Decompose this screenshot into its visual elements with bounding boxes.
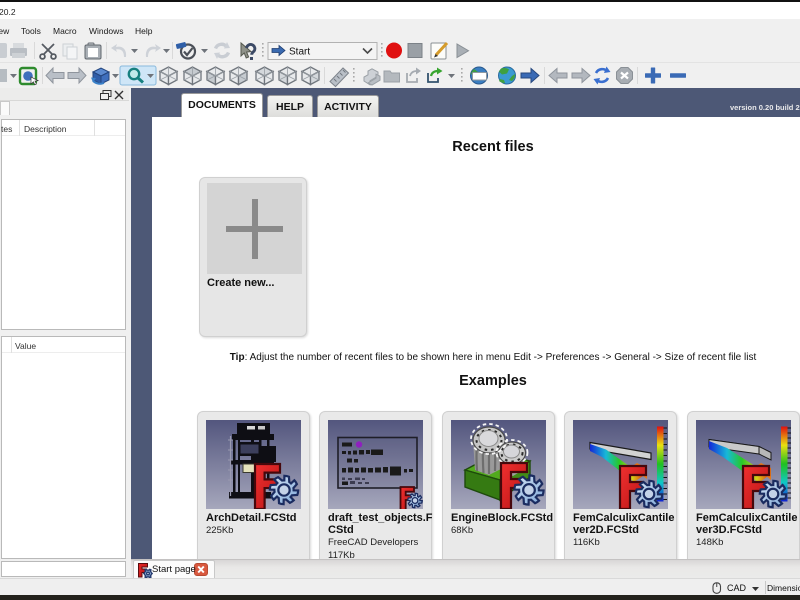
svg-text:Start: Start — [289, 47, 310, 58]
